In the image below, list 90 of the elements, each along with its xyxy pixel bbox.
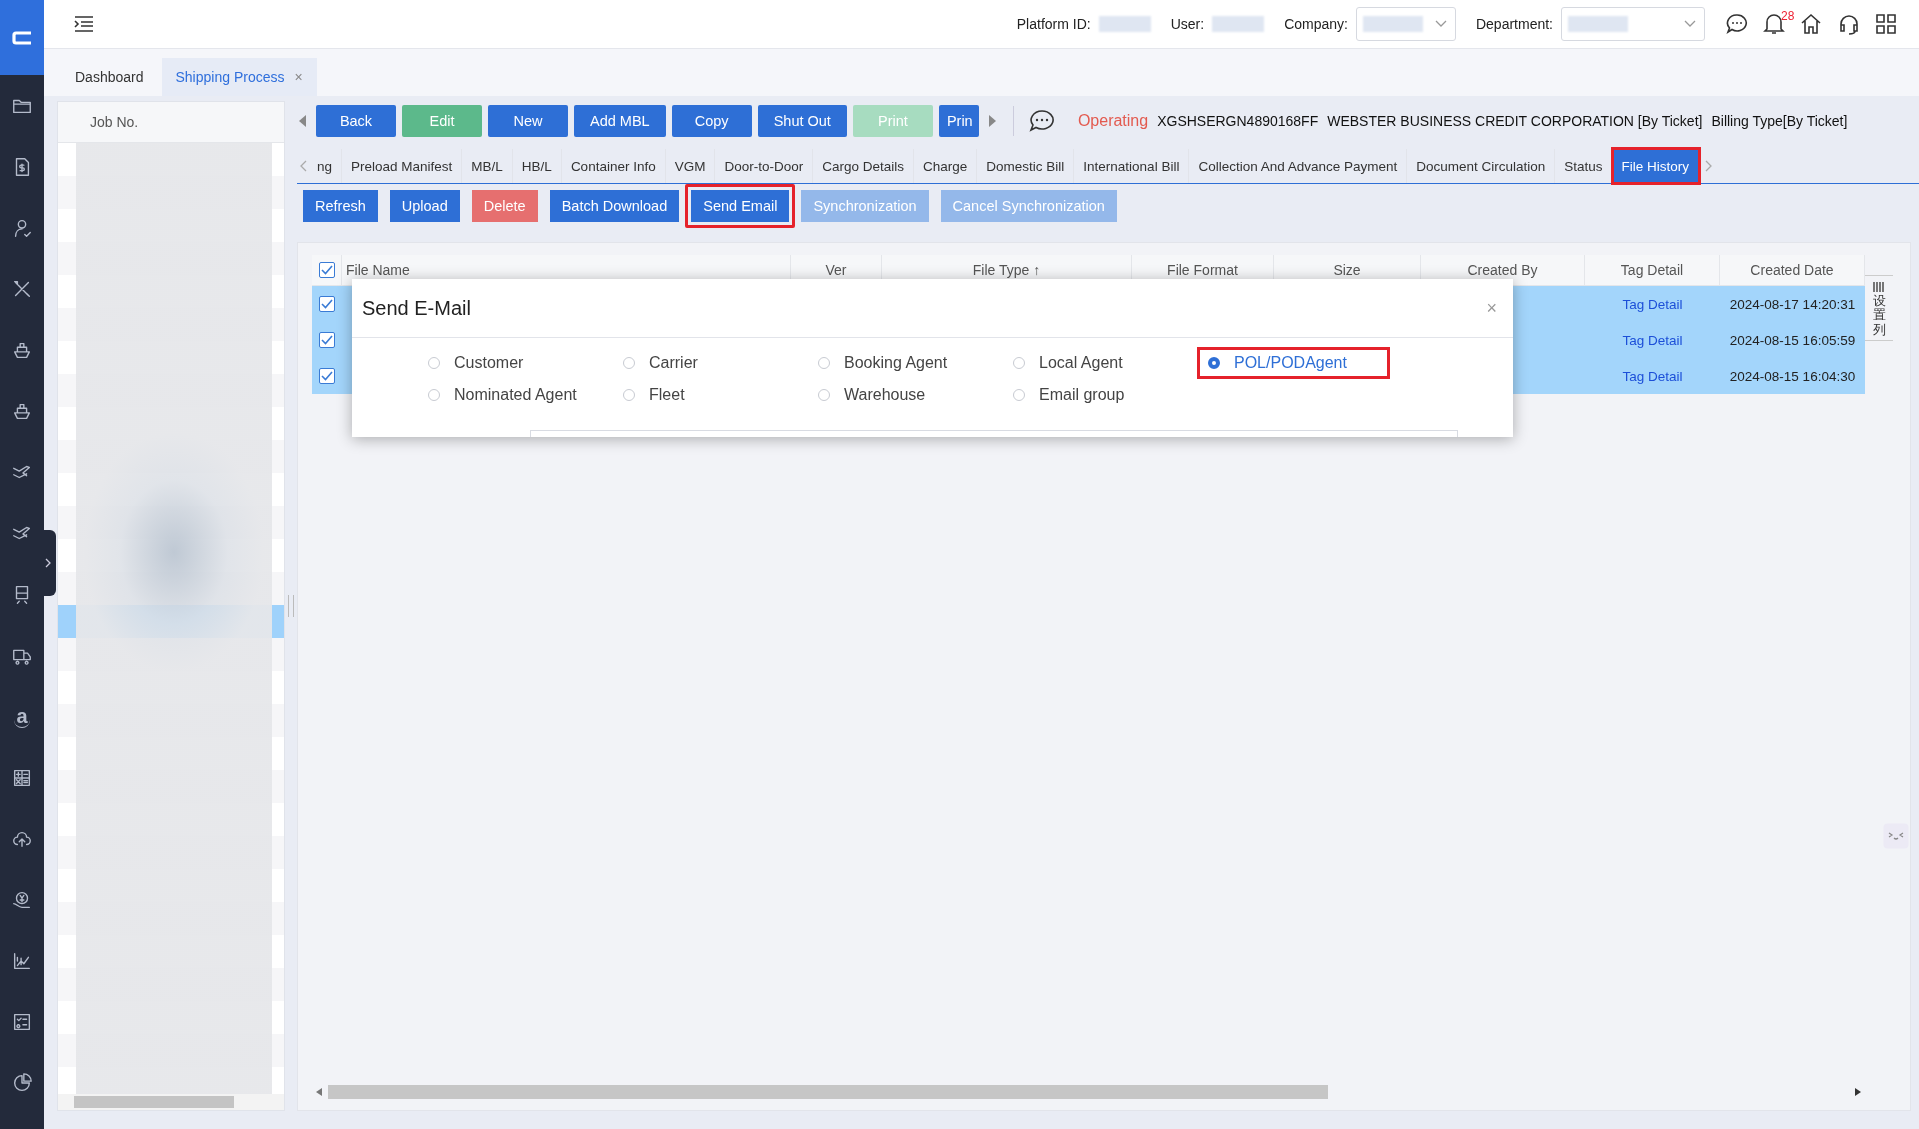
- tab[interactable]: MB/L: [462, 149, 513, 183]
- dropdown-field[interactable]: [1561, 7, 1705, 41]
- page-tab[interactable]: Shipping Process ×: [161, 58, 317, 96]
- company-name: WEBSTER BUSINESS CREDIT CORPORATION [By Ticket]: [1327, 113, 1703, 129]
- table-cell: 2024-08-15 16:05:59: [1729, 332, 1856, 348]
- column-header: Created Date: [1750, 262, 1834, 278]
- tag-detail-link[interactable]: Tag Detail: [1622, 368, 1683, 384]
- tab[interactable]: Charge: [914, 149, 978, 183]
- radio-option[interactable]: POL/PODAgent: [1197, 347, 1390, 379]
- status-text: Operating: [1077, 112, 1149, 130]
- dropdown-field[interactable]: [1355, 7, 1456, 41]
- chevron-right-icon: [45, 558, 51, 568]
- column-header: File Name: [346, 262, 410, 278]
- toolbar-button[interactable]: New: [488, 105, 568, 137]
- toolbar-button[interactable]: Shut Out: [757, 105, 847, 137]
- redacted-value: [1212, 16, 1265, 32]
- radio-option[interactable]: Local Agent: [1002, 347, 1134, 379]
- tag-detail-link[interactable]: Tag Detail: [1622, 296, 1683, 312]
- toolbar-button[interactable]: Prin: [938, 105, 979, 137]
- menu-icon[interactable]: [74, 16, 94, 32]
- checkbox[interactable]: [319, 332, 335, 348]
- tab[interactable]: File History: [1612, 149, 1700, 183]
- checkbox[interactable]: [318, 262, 335, 278]
- column-header: Ver: [825, 262, 847, 278]
- dialog-title: Send E-Mail: [362, 296, 471, 320]
- checklist-icon[interactable]: [11, 1011, 33, 1033]
- field-label: Platform ID:: [1016, 16, 1091, 32]
- chart-icon[interactable]: [11, 950, 33, 972]
- headset-icon[interactable]: [1837, 12, 1861, 36]
- tab[interactable]: Domestic Bill: [977, 149, 1075, 183]
- redacted-value: [1098, 16, 1151, 32]
- column-header: Size: [1333, 262, 1361, 278]
- column-settings-button[interactable]: 设置列: [1865, 275, 1893, 341]
- column-settings-label: 设置列: [1872, 294, 1886, 337]
- notification-count: 28: [1781, 9, 1795, 23]
- radio-option[interactable]: Email group: [1002, 379, 1136, 411]
- tab[interactable]: HB/L: [512, 149, 562, 183]
- tab[interactable]: Document Circulation: [1407, 149, 1556, 183]
- billing-type: Billing Type[By Ticket]: [1711, 113, 1848, 129]
- input-field[interactable]: [530, 430, 1458, 437]
- field-label: Department:: [1475, 16, 1553, 32]
- tag-detail-link[interactable]: Tag Detail: [1622, 332, 1683, 348]
- column-header: File Type ↑: [972, 262, 1041, 278]
- columns-icon: [1873, 282, 1885, 292]
- tab[interactable]: Door-to-Door: [715, 149, 814, 183]
- tab[interactable]: Container Info: [561, 149, 666, 183]
- pie-chart-icon[interactable]: [11, 1072, 33, 1094]
- toolbar-button[interactable]: Copy: [671, 105, 752, 137]
- radio-option[interactable]: Nominated Agent: [417, 379, 588, 411]
- radio-option[interactable]: Carrier: [612, 347, 709, 379]
- tab[interactable]: Preload Manifest: [342, 149, 463, 183]
- table-cell: 2024-08-15 16:04:30: [1729, 368, 1856, 384]
- radio-option[interactable]: Warehouse: [807, 379, 937, 411]
- table-cell: 2024-08-17 14:20:31: [1729, 296, 1856, 312]
- page-tab[interactable]: Dashboard: [61, 58, 158, 96]
- radio-option[interactable]: Customer: [417, 347, 535, 379]
- tools-icon[interactable]: [11, 278, 33, 300]
- coin-hand-icon[interactable]: [11, 889, 33, 911]
- tab[interactable]: ng: [313, 149, 343, 183]
- column-header: Tag Detail: [1620, 262, 1684, 278]
- toolbar-button[interactable]: Add MBL: [574, 105, 666, 137]
- apps-grid-icon[interactable]: [1875, 13, 1897, 35]
- tab[interactable]: International Bill: [1074, 149, 1190, 183]
- action-button[interactable]: Send Email: [685, 184, 796, 228]
- toolbar-button[interactable]: Back: [316, 105, 396, 137]
- scroll-right-icon[interactable]: [1855, 1088, 1861, 1096]
- scroll-left-icon[interactable]: [316, 1088, 322, 1096]
- column-header: File Format: [1167, 262, 1238, 278]
- home-icon[interactable]: [1799, 12, 1823, 36]
- chevron-down-icon: [1684, 20, 1696, 28]
- field-label: Company:: [1284, 16, 1348, 32]
- radio-option[interactable]: Booking Agent: [807, 347, 959, 379]
- job-number: XGSHSERGN4890168FF: [1157, 113, 1319, 129]
- comment-icon[interactable]: [1028, 109, 1055, 133]
- column-header: Created By: [1467, 262, 1538, 278]
- radio-option[interactable]: Fleet: [612, 379, 696, 411]
- scroll-left-icon[interactable]: [297, 114, 307, 128]
- calculator-icon[interactable]: [11, 767, 33, 789]
- checkbox[interactable]: [319, 296, 335, 312]
- chevron-down-icon: [1434, 20, 1447, 28]
- horizontal-scrollbar[interactable]: [58, 1094, 284, 1110]
- checkbox[interactable]: [319, 368, 335, 384]
- field-label: User:: [1170, 16, 1205, 32]
- tab[interactable]: Cargo Details: [813, 149, 915, 183]
- tab[interactable]: VGM: [665, 149, 716, 183]
- radio-button[interactable]: [1208, 357, 1220, 369]
- logo-icon: [11, 29, 33, 46]
- column-header: Job No.: [58, 102, 284, 143]
- chat-icon[interactable]: [1725, 12, 1749, 36]
- tab[interactable]: Collection And Advance Payment: [1189, 149, 1408, 183]
